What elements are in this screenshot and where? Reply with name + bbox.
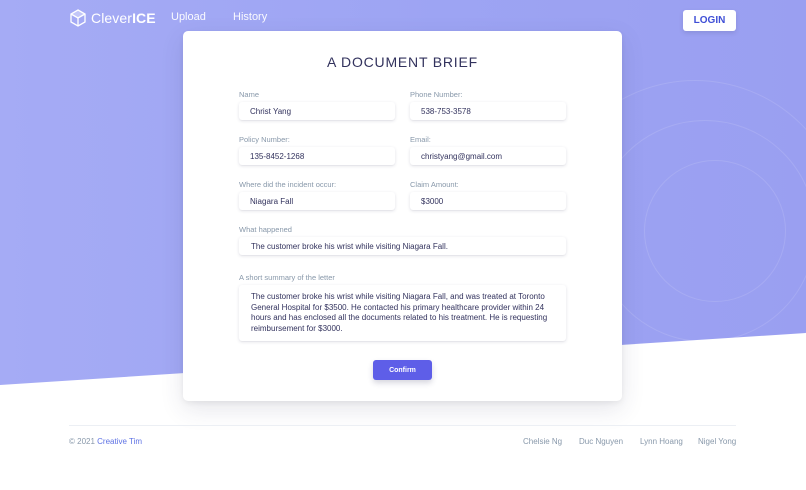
cube-icon (70, 9, 86, 27)
login-button[interactable]: LOGIN (683, 10, 736, 31)
brand-logo[interactable]: CleverICE (69, 9, 156, 27)
summary-label: A short summary of the letter (239, 273, 335, 282)
amount-label: Claim Amount: (410, 180, 459, 189)
nav-link-history[interactable]: History (233, 11, 267, 23)
policy-field[interactable]: 135-8452-1268 (239, 147, 395, 165)
decorative-ring (644, 160, 786, 302)
copyright-text: © 2021 (69, 437, 95, 446)
email-field[interactable]: christyang@gmail.com (410, 147, 566, 165)
footer-link-nigel[interactable]: Nigel Yong (698, 437, 736, 446)
what-happened-field[interactable]: The customer broke his wrist while visit… (239, 237, 566, 255)
footer-link-lynn[interactable]: Lynn Hoang (640, 437, 683, 446)
phone-field[interactable]: 538-753-3578 (410, 102, 566, 120)
policy-label: Policy Number: (239, 135, 290, 144)
name-label: Name (239, 90, 260, 99)
phone-label: Phone Number: (410, 90, 463, 99)
confirm-button[interactable]: Confirm (373, 360, 432, 380)
email-label: Email: (410, 135, 431, 144)
document-brief-card: A DOCUMENT BRIEF Name Christ Yang Phone … (183, 31, 622, 401)
what-happened-label: What happened (239, 225, 292, 234)
copyright: © 2021 Creative Tim (69, 437, 142, 446)
footer-link-duc[interactable]: Duc Nguyen (579, 437, 623, 446)
summary-textarea[interactable]: The customer broke his wrist while visit… (239, 285, 566, 341)
amount-field[interactable]: $3000 (410, 192, 566, 210)
name-field[interactable]: Christ Yang (239, 102, 395, 120)
brand-name: CleverICE (91, 10, 156, 26)
location-label: Where did the incident occur: (239, 180, 337, 189)
footer-divider (69, 425, 736, 426)
copyright-link[interactable]: Creative Tim (97, 437, 142, 446)
location-field[interactable]: Niagara Fall (239, 192, 395, 210)
footer-link-chelsie[interactable]: Chelsie Ng (523, 437, 562, 446)
nav-link-upload[interactable]: Upload (171, 11, 206, 23)
page-title: A DOCUMENT BRIEF (326, 54, 478, 70)
